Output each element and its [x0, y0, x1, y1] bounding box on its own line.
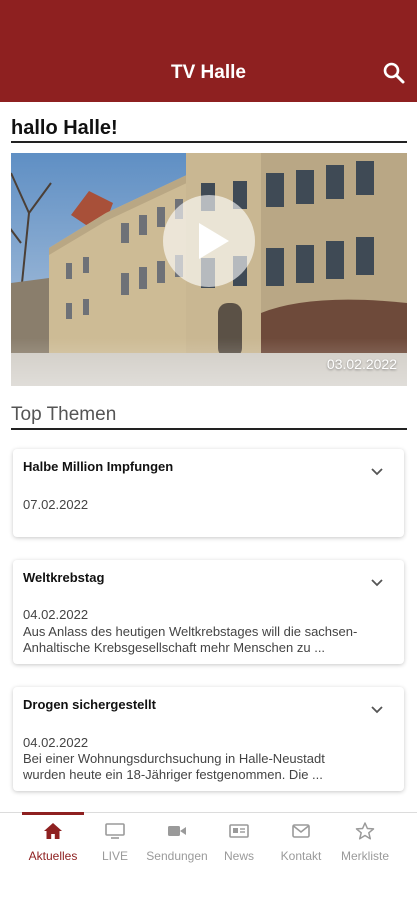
play-icon	[199, 223, 229, 259]
tab-aktuelles[interactable]: Aktuelles	[22, 812, 84, 873]
chevron-down-icon[interactable]	[370, 467, 384, 477]
article-teaser: Aus Anlass des heutigen Weltkrebstages w…	[23, 624, 399, 656]
article-teaser-line: Anhaltische Krebsgesellschaft mehr Mensc…	[23, 640, 326, 655]
article-date: 07.02.2022	[23, 497, 89, 512]
chevron-down-icon[interactable]	[370, 705, 384, 715]
app-header: TV Halle	[0, 0, 417, 102]
article-title: Weltkrebstag	[23, 570, 105, 585]
article-date: 04.02.2022	[23, 607, 89, 622]
bottom-tab-bar: Aktuelles LIVE Sendungen News Kontakt Me…	[0, 812, 417, 900]
chevron-down-icon[interactable]	[370, 578, 384, 588]
app-title: TV Halle	[171, 62, 246, 83]
article-card[interactable]: Drogen sichergestellt 04.02.2022 Bei ein…	[13, 687, 404, 791]
tab-label: Merkliste	[340, 849, 389, 863]
star-icon	[355, 822, 375, 840]
featured-video[interactable]: 03.02.2022	[11, 153, 407, 386]
article-date: 04.02.2022	[23, 735, 89, 750]
article-teaser-line: wurden heute ein 18-Jähriger festgenomme…	[23, 767, 323, 782]
article-teaser-line: Bei einer Wohnungsdurchsuchung in Halle-…	[23, 751, 325, 766]
article-card[interactable]: Halbe Million Impfungen 07.02.2022	[13, 449, 404, 537]
tab-news[interactable]: News	[208, 813, 270, 873]
video-date: 03.02.2022	[326, 356, 397, 372]
section-divider	[11, 428, 407, 430]
greeting-divider	[11, 141, 407, 143]
video-camera-icon	[168, 826, 186, 836]
search-button[interactable]	[381, 60, 407, 86]
home-icon	[44, 823, 62, 839]
article-teaser-line: Aus Anlass des heutigen Weltkrebstages w…	[23, 624, 358, 639]
article-title: Halbe Million Impfungen	[23, 459, 174, 474]
tab-kontakt[interactable]: Kontakt	[270, 813, 332, 873]
greeting-heading: hallo Halle!	[11, 117, 118, 139]
play-button[interactable]	[163, 195, 255, 287]
mail-icon	[292, 824, 310, 838]
active-tab-indicator	[22, 812, 84, 815]
tab-live[interactable]: LIVE	[84, 813, 146, 873]
tab-label: Kontakt	[280, 849, 322, 863]
article-title: Drogen sichergestellt	[23, 697, 156, 712]
news-icon	[229, 824, 249, 838]
section-title: Top Themen	[11, 404, 117, 425]
tab-sendungen[interactable]: Sendungen	[146, 813, 208, 873]
article-card[interactable]: Weltkrebstag 04.02.2022 Aus Anlass des h…	[13, 560, 404, 664]
tab-merkliste[interactable]: Merkliste	[334, 813, 396, 873]
search-icon	[383, 62, 405, 84]
tv-icon	[105, 823, 125, 839]
article-teaser: Bei einer Wohnungsdurchsuchung in Halle-…	[23, 751, 399, 783]
